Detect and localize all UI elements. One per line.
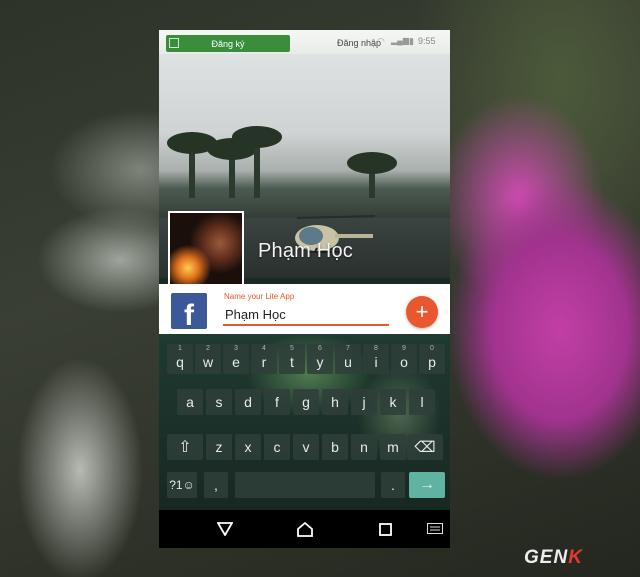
- period-key[interactable]: .: [381, 472, 405, 498]
- key-label: q: [176, 354, 184, 370]
- key-a[interactable]: a: [177, 389, 203, 415]
- key-f[interactable]: f: [264, 389, 290, 415]
- shift-key[interactable]: ⇧: [167, 434, 203, 460]
- register-button[interactable]: Đăng ký: [166, 35, 290, 52]
- wifi-icon: ◠: [377, 36, 385, 46]
- key-n[interactable]: n: [351, 434, 377, 460]
- key-label: r: [261, 354, 267, 370]
- key-w[interactable]: 2w: [195, 344, 221, 374]
- shift-arrow-icon: ⇧: [178, 439, 192, 456]
- key-v[interactable]: v: [293, 434, 319, 460]
- key-label: t: [290, 354, 294, 370]
- keyboard: 1q2w3e4r5t6y7u8i9o0p asdfghjkl zxcvbnm ⇧…: [159, 334, 450, 510]
- key-u[interactable]: 7u: [335, 344, 361, 374]
- key-g[interactable]: g: [293, 389, 319, 415]
- phone-screen: Đăng ký Đăng nhập ◠ ▂▄▆ ▮ 9:55 Phạm Học …: [159, 30, 450, 548]
- key-hint: 2: [206, 345, 210, 352]
- keyboard-switch-icon[interactable]: [423, 518, 447, 540]
- status-bar: Đăng ký Đăng nhập ◠ ▂▄▆ ▮ 9:55: [159, 30, 450, 54]
- lite-app-form: f Name your Lite App +: [159, 284, 450, 334]
- key-q[interactable]: 1q: [167, 344, 193, 374]
- key-hint: 4: [262, 345, 266, 352]
- key-h[interactable]: h: [322, 389, 348, 415]
- recents-icon[interactable]: [373, 518, 397, 540]
- key-j[interactable]: j: [351, 389, 377, 415]
- key-label: e: [232, 354, 240, 370]
- key-hint: 3: [234, 345, 238, 352]
- key-hint: 6: [318, 345, 322, 352]
- key-d[interactable]: d: [235, 389, 261, 415]
- key-r[interactable]: 4r: [251, 344, 277, 374]
- key-e[interactable]: 3e: [223, 344, 249, 374]
- key-y[interactable]: 6y: [307, 344, 333, 374]
- key-hint: 5: [290, 345, 294, 352]
- key-label: o: [400, 354, 408, 370]
- key-x[interactable]: x: [235, 434, 261, 460]
- space-key[interactable]: [235, 472, 375, 498]
- key-hint: 8: [374, 345, 378, 352]
- backspace-icon: ⌫: [414, 439, 436, 456]
- key-hint: 7: [346, 345, 350, 352]
- genk-watermark: GENK: [524, 547, 583, 568]
- key-i[interactable]: 8i: [363, 344, 389, 374]
- facebook-icon: f: [171, 293, 207, 329]
- signal-icon: ▂▄▆: [391, 36, 409, 45]
- key-hint: 0: [430, 345, 434, 352]
- arrow-right-icon: →: [419, 476, 435, 493]
- key-c[interactable]: c: [264, 434, 290, 460]
- lite-app-name-input[interactable]: [223, 305, 389, 326]
- navigation-bar: [159, 510, 450, 548]
- key-m[interactable]: m: [380, 434, 406, 460]
- key-t[interactable]: 5t: [279, 344, 305, 374]
- key-s[interactable]: s: [206, 389, 232, 415]
- clock: 9:55: [418, 36, 436, 46]
- backspace-key[interactable]: ⌫: [407, 434, 443, 460]
- key-label: w: [202, 354, 214, 370]
- login-notification: Đăng nhập: [337, 38, 382, 48]
- key-label: y: [316, 354, 324, 370]
- key-b[interactable]: b: [322, 434, 348, 460]
- add-button[interactable]: +: [406, 296, 438, 328]
- key-hint: 1: [178, 345, 182, 352]
- key-o[interactable]: 9o: [391, 344, 417, 374]
- key-hint: 9: [402, 345, 406, 352]
- enter-key[interactable]: →: [409, 472, 445, 498]
- key-l[interactable]: l: [409, 389, 435, 415]
- symbols-key[interactable]: ?1☺: [167, 472, 197, 498]
- image-icon: [169, 38, 179, 48]
- back-icon[interactable]: [213, 518, 237, 540]
- home-icon[interactable]: [293, 518, 317, 540]
- key-k[interactable]: k: [380, 389, 406, 415]
- profile-picture[interactable]: [168, 211, 244, 291]
- cover-photo: Phạm Học: [159, 54, 450, 291]
- key-label: i: [374, 354, 378, 370]
- key-label: u: [344, 354, 352, 370]
- register-label: Đăng ký: [211, 38, 245, 49]
- lite-app-name-label: Name your Lite App: [224, 292, 295, 301]
- profile-name: Phạm Học: [258, 240, 353, 262]
- key-label: p: [428, 354, 436, 370]
- comma-key[interactable]: ,: [204, 472, 228, 498]
- status-icons: ◠ ▂▄▆ ▮ 9:55: [377, 36, 437, 48]
- key-p[interactable]: 0p: [419, 344, 445, 374]
- battery-icon: ▮: [409, 36, 414, 46]
- key-z[interactable]: z: [206, 434, 232, 460]
